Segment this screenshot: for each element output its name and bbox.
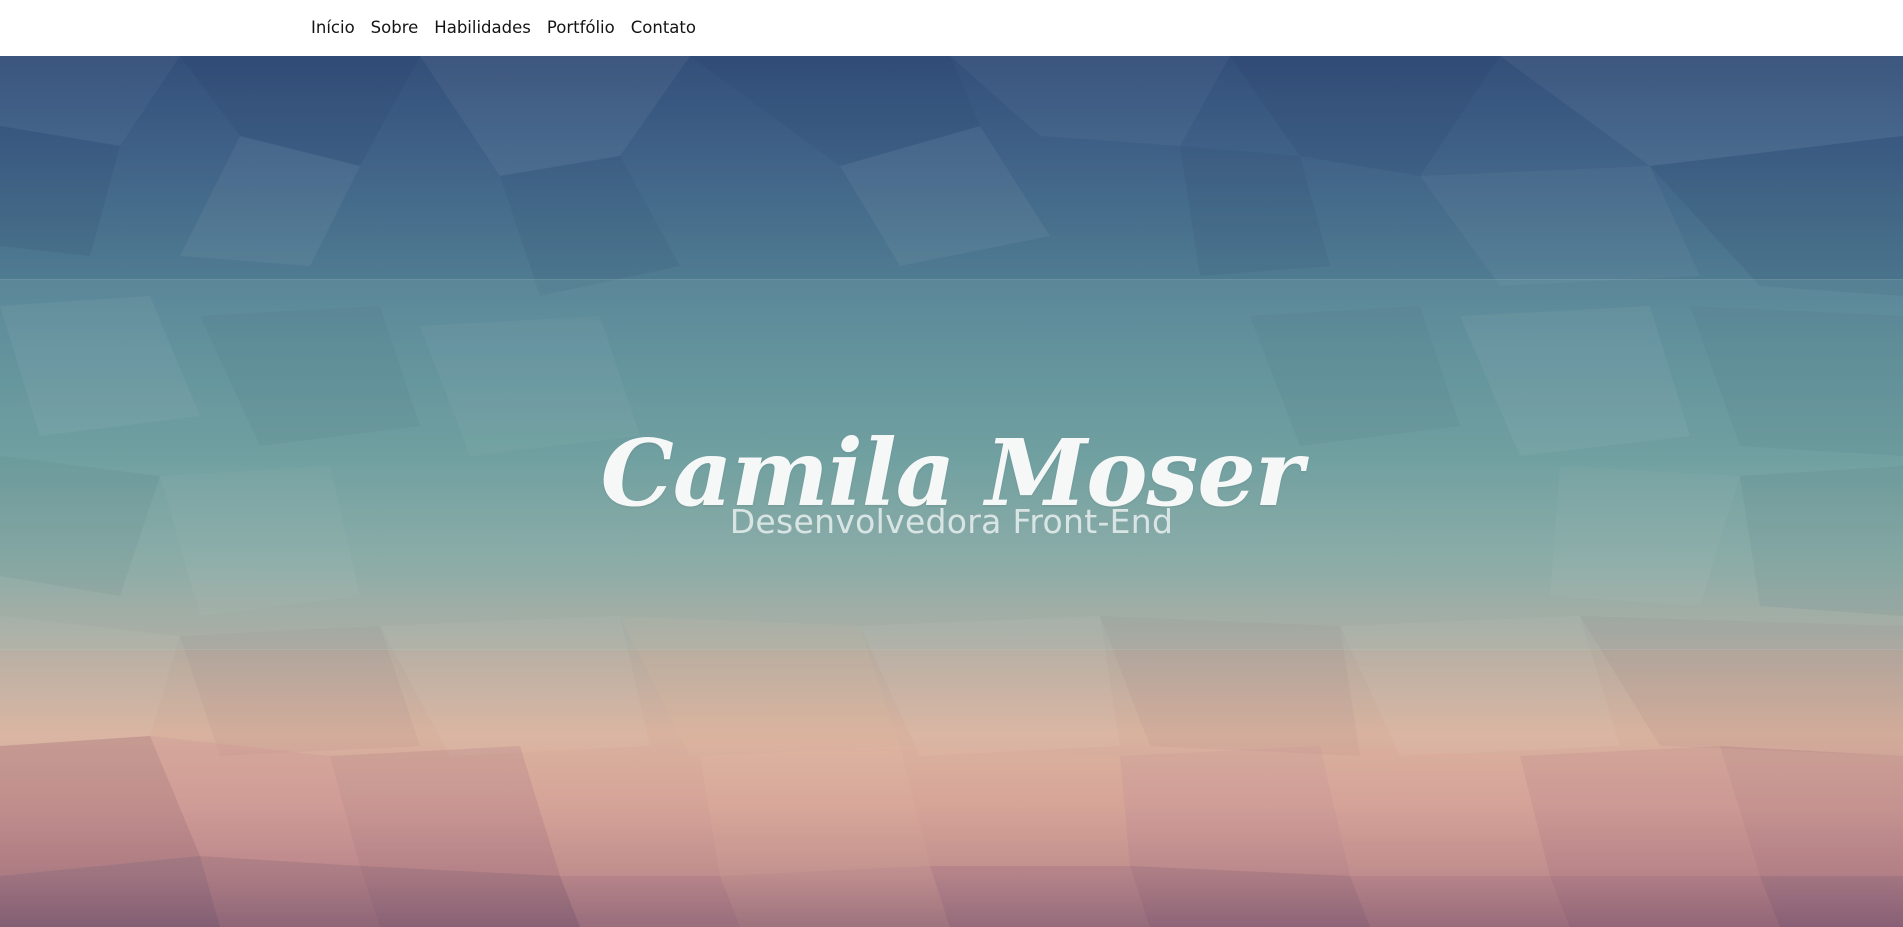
- hero-section: Camila Moser Desenvolvedora Front-End: [0, 56, 1903, 927]
- nav-link-sobre[interactable]: Sobre: [371, 18, 419, 37]
- hero-subtitle: Desenvolvedora Front-End: [729, 502, 1174, 541]
- nav-link-portfolio[interactable]: Portfólio: [547, 18, 615, 37]
- nav-link-contato[interactable]: Contato: [631, 18, 696, 37]
- nav-link-habilidades[interactable]: Habilidades: [434, 18, 531, 37]
- nav-menu: Início Sobre Habilidades Portfólio Conta…: [311, 17, 696, 39]
- nav-link-inicio[interactable]: Início: [311, 18, 355, 37]
- top-navbar: Início Sobre Habilidades Portfólio Conta…: [0, 0, 1903, 56]
